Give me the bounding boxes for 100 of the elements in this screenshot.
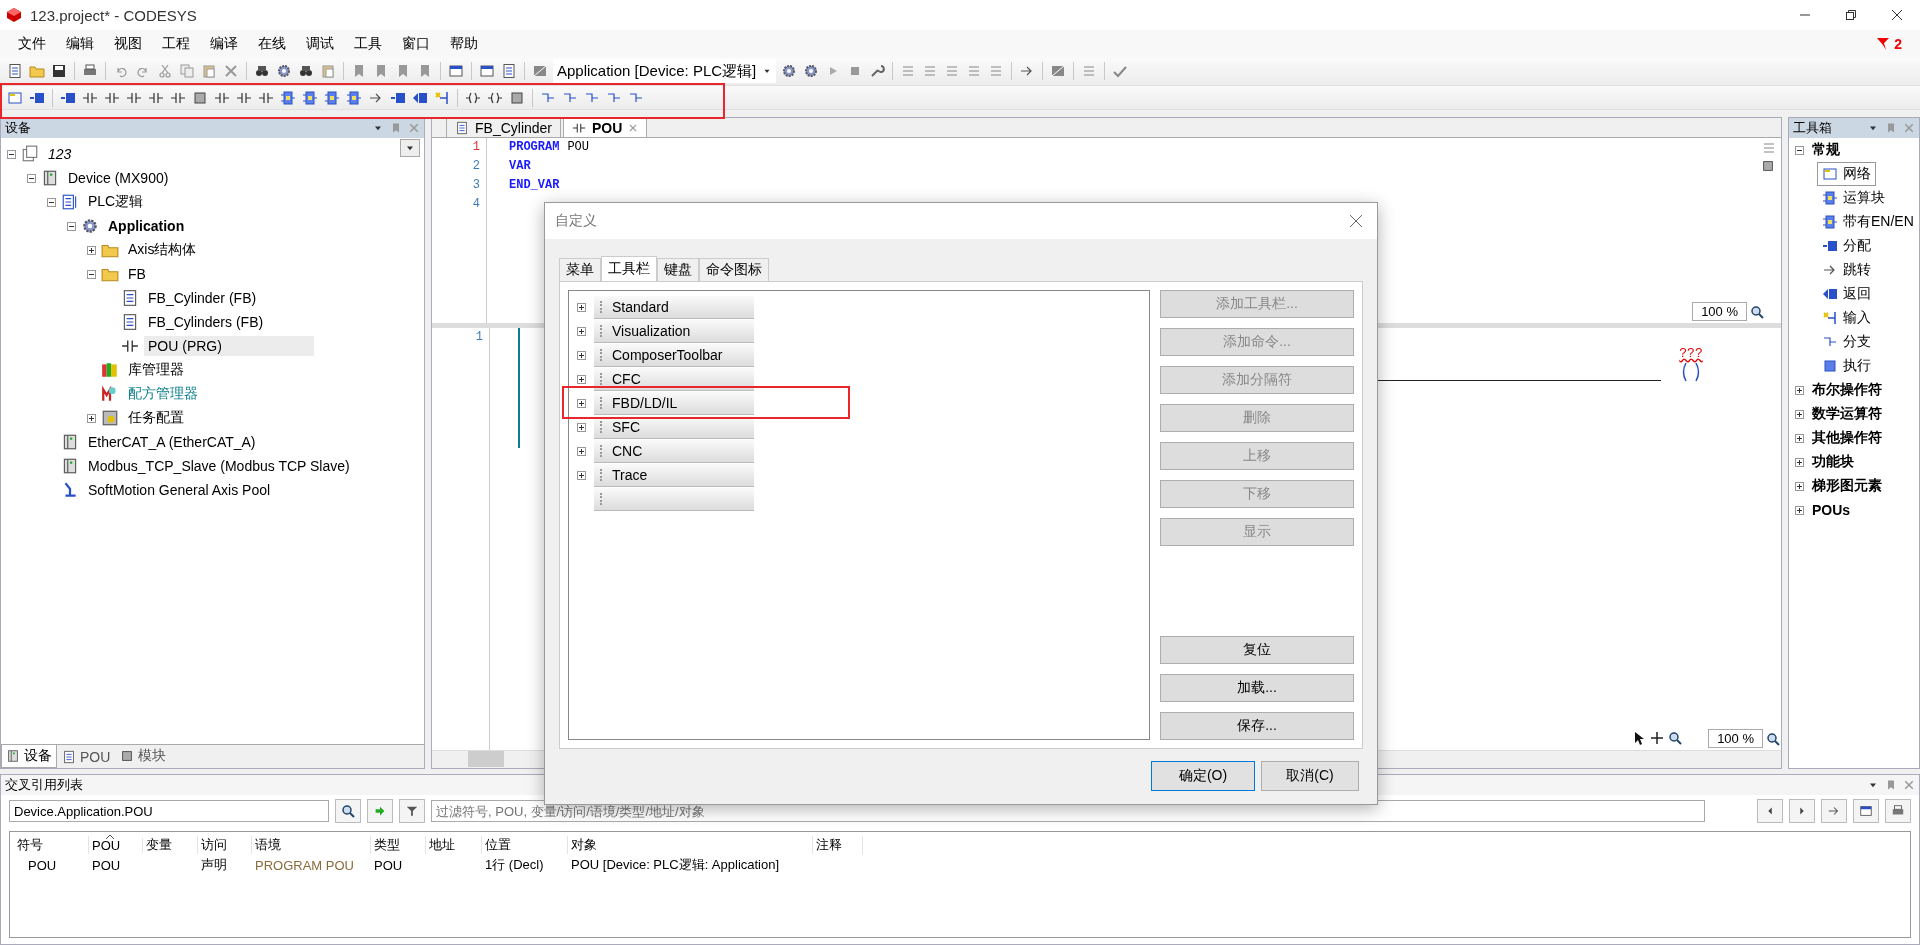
expand-icon[interactable] [87, 245, 96, 255]
tree-item[interactable]: EtherCAT_A (EtherCAT_A) [84, 432, 260, 452]
object-field[interactable]: Device.Application.POU [9, 800, 329, 822]
dialog-tab[interactable]: 菜单 [559, 258, 601, 281]
collapse-icon[interactable] [67, 221, 76, 231]
column-header[interactable]: 符号 [14, 836, 89, 854]
panel-tab[interactable]: 设备 [1, 745, 57, 768]
tree-item[interactable]: FB_Cylinders (FB) [144, 312, 268, 332]
dropdown-button[interactable] [400, 139, 420, 157]
column-header[interactable]: 变量 [143, 836, 198, 854]
column-header[interactable]: 访问 [198, 836, 252, 854]
toolbar-button[interactable] [50, 62, 68, 80]
collapse-icon[interactable] [87, 269, 96, 279]
toolbar-button[interactable] [500, 62, 518, 80]
expand-icon[interactable] [577, 350, 586, 360]
toolbar-button[interactable] [447, 62, 465, 80]
collapse-icon[interactable] [47, 197, 56, 207]
tree-item[interactable]: FB [124, 264, 150, 284]
expand-icon[interactable] [577, 398, 586, 408]
expand-icon[interactable] [577, 422, 586, 432]
tree-item[interactable]: 任务配置 [124, 407, 188, 429]
menu-item[interactable]: 工具 [344, 31, 392, 56]
expand-icon[interactable] [577, 374, 586, 384]
toolbar-entry[interactable]: ComposerToolbar [594, 343, 754, 367]
expand-icon[interactable] [1795, 505, 1804, 515]
editor-tab[interactable]: POU [563, 118, 648, 137]
collapse-icon[interactable] [27, 173, 36, 183]
toolbar-entry[interactable]: Visualization [594, 319, 754, 343]
column-header[interactable]: 位置 [482, 836, 568, 854]
toolbox-item[interactable]: 网络 [1817, 162, 1876, 186]
toolbox-group[interactable]: 常规 [1812, 141, 1840, 159]
tree-item[interactable]: Modbus_TCP_Slave (Modbus TCP Slave) [84, 456, 354, 476]
toolbar-entry[interactable]: CNC [594, 439, 754, 463]
expand-icon[interactable] [577, 446, 586, 456]
menu-item[interactable]: 工程 [152, 31, 200, 56]
zoom-field[interactable]: 100 % [1708, 729, 1763, 748]
menu-item[interactable]: 调试 [296, 31, 344, 56]
menu-item[interactable]: 编辑 [56, 31, 104, 56]
panel-tab[interactable]: 模块 [115, 745, 172, 768]
toolbox-group[interactable]: POUs [1812, 502, 1851, 518]
menu-item[interactable]: 文件 [8, 31, 56, 56]
toolbar-entry[interactable]: CFC [594, 367, 754, 391]
column-header[interactable]: 地址 [426, 836, 482, 854]
tree-item[interactable]: 库管理器 [124, 359, 188, 381]
expand-icon[interactable] [87, 413, 96, 423]
scrollbar-thumb[interactable] [468, 751, 504, 767]
expand-icon[interactable] [577, 326, 586, 336]
toolbar-entry[interactable]: FBD/LD/IL [594, 391, 754, 415]
tree-item[interactable]: POU (PRG) [144, 336, 314, 356]
column-header[interactable]: 注释 [813, 836, 863, 854]
tree-item[interactable]: Device (MX900) [64, 168, 173, 188]
dialog-button[interactable]: 保存... [1160, 712, 1354, 740]
tree-item[interactable]: 配方管理器 [124, 383, 202, 405]
toolbar-button[interactable] [6, 62, 24, 80]
variable-placeholder[interactable]: ??? [1679, 346, 1703, 361]
print-button[interactable] [1885, 799, 1911, 823]
zoom-field[interactable]: 100 % [1692, 302, 1747, 321]
expand-icon[interactable] [577, 302, 586, 312]
dialog-button[interactable]: 加载... [1160, 674, 1354, 702]
toolbar-button[interactable] [478, 62, 496, 80]
ok-button[interactable]: 确定(O) [1151, 761, 1255, 791]
column-header[interactable]: POU [89, 837, 143, 853]
collapse-icon[interactable] [7, 149, 16, 159]
column-header[interactable]: 语境 [252, 836, 371, 854]
toolbox-group[interactable]: 功能块 [1812, 453, 1854, 471]
panel-tab[interactable]: POU [57, 747, 116, 768]
notification-count[interactable]: 2 [1894, 35, 1902, 52]
expand-icon[interactable] [1795, 457, 1804, 467]
filter-button[interactable] [399, 799, 425, 823]
tree-item[interactable]: PLC逻辑 [84, 191, 148, 213]
search-button[interactable] [335, 799, 361, 823]
column-header[interactable]: 对象 [568, 836, 813, 854]
dialog-tab[interactable]: 命令图标 [699, 258, 769, 281]
dialog-tab[interactable]: 工具栏 [601, 256, 657, 281]
tree-item[interactable]: FB_Cylinder (FB) [144, 288, 261, 308]
expand-icon[interactable] [1795, 409, 1804, 419]
toolbox-group[interactable]: 数学运算符 [1812, 405, 1882, 423]
menu-item[interactable]: 编译 [200, 31, 248, 56]
expand-icon[interactable] [1795, 481, 1804, 491]
dialog-button[interactable]: 复位 [1160, 636, 1354, 664]
toolbar-entry[interactable]: SFC [594, 415, 754, 439]
toolbox-group[interactable]: 布尔操作符 [1812, 381, 1882, 399]
column-header[interactable]: 类型 [371, 836, 426, 854]
cancel-button[interactable]: 取消(C) [1261, 761, 1359, 791]
tree-item[interactable]: Axis结构体 [124, 239, 201, 261]
go-button[interactable] [367, 799, 393, 823]
tree-item[interactable]: 123 [44, 144, 76, 164]
tree-item[interactable]: Application [104, 216, 189, 236]
menu-item[interactable]: 帮助 [440, 31, 488, 56]
expand-icon[interactable] [1795, 385, 1804, 395]
menu-item[interactable]: 在线 [248, 31, 296, 56]
collapse-icon[interactable] [1795, 145, 1804, 155]
menu-item[interactable]: 视图 [104, 31, 152, 56]
dialog-tab[interactable]: 键盘 [657, 258, 699, 281]
toolbar-button[interactable] [275, 62, 293, 80]
tree-item[interactable]: SoftMotion General Axis Pool [84, 480, 275, 500]
menu-item[interactable]: 窗口 [392, 31, 440, 56]
toolbox-group[interactable]: 其他操作符 [1812, 429, 1882, 447]
expand-icon[interactable] [577, 470, 586, 480]
toolbar-entry[interactable]: Standard [594, 295, 754, 319]
